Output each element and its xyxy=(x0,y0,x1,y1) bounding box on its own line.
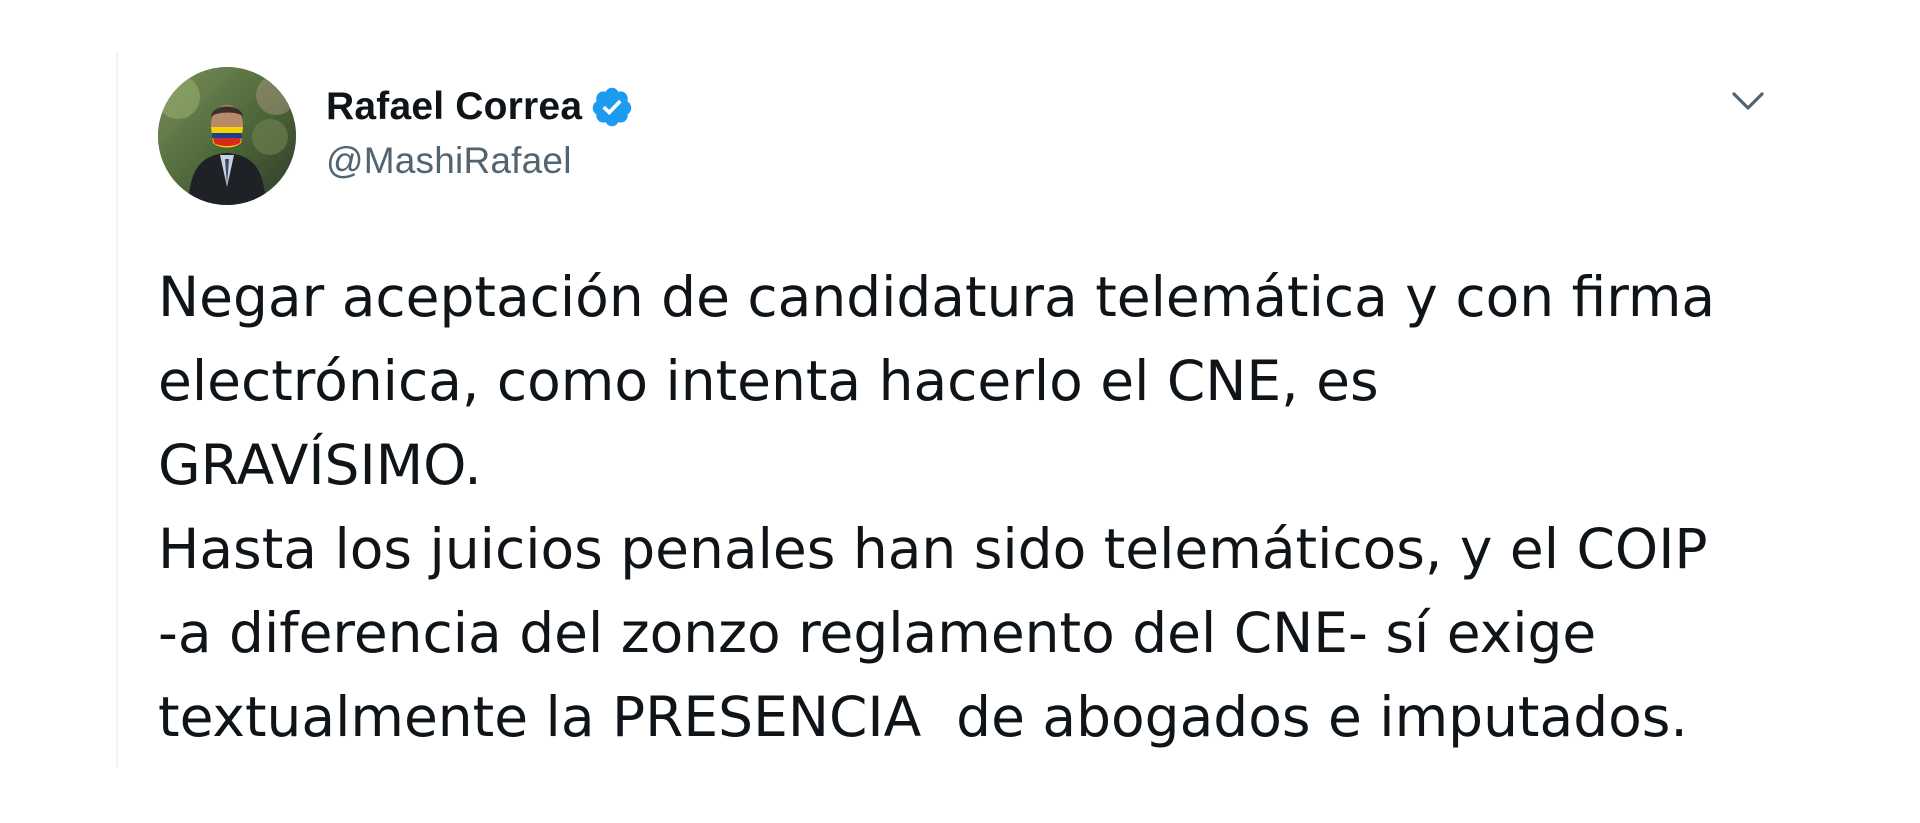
tweet-body: Negar aceptación de candidatura telemáti… xyxy=(158,255,1878,759)
chevron-down-icon[interactable] xyxy=(1728,86,1768,116)
tweet-author[interactable]: Rafael Correa @MashiRafael xyxy=(326,82,634,182)
author-display-name[interactable]: Rafael Correa xyxy=(326,85,582,129)
user-avatar-photo xyxy=(158,67,296,205)
tweet-card: Rafael Correa @MashiRafael Negar aceptac… xyxy=(0,0,1920,823)
tweet-text-line: -a diferencia del zonzo reglamento del C… xyxy=(158,601,1597,665)
tweet-text-line: Negar aceptación de candidatura telemáti… xyxy=(158,265,1716,329)
tweet-text-line: GRAVÍSIMO. xyxy=(158,433,482,497)
author-handle[interactable]: @MashiRafael xyxy=(326,140,634,182)
author-name-row: Rafael Correa xyxy=(326,82,634,132)
tweet-text-line: textualmente la PRESENCIA de abogados e … xyxy=(158,685,1688,749)
tweet-text-line: Hasta los juicios penales han sido telem… xyxy=(158,517,1708,581)
avatar[interactable] xyxy=(158,67,296,205)
tweet-text-line: electrónica, como intenta hacerlo el CNE… xyxy=(158,349,1379,413)
verified-badge-icon xyxy=(592,87,632,127)
